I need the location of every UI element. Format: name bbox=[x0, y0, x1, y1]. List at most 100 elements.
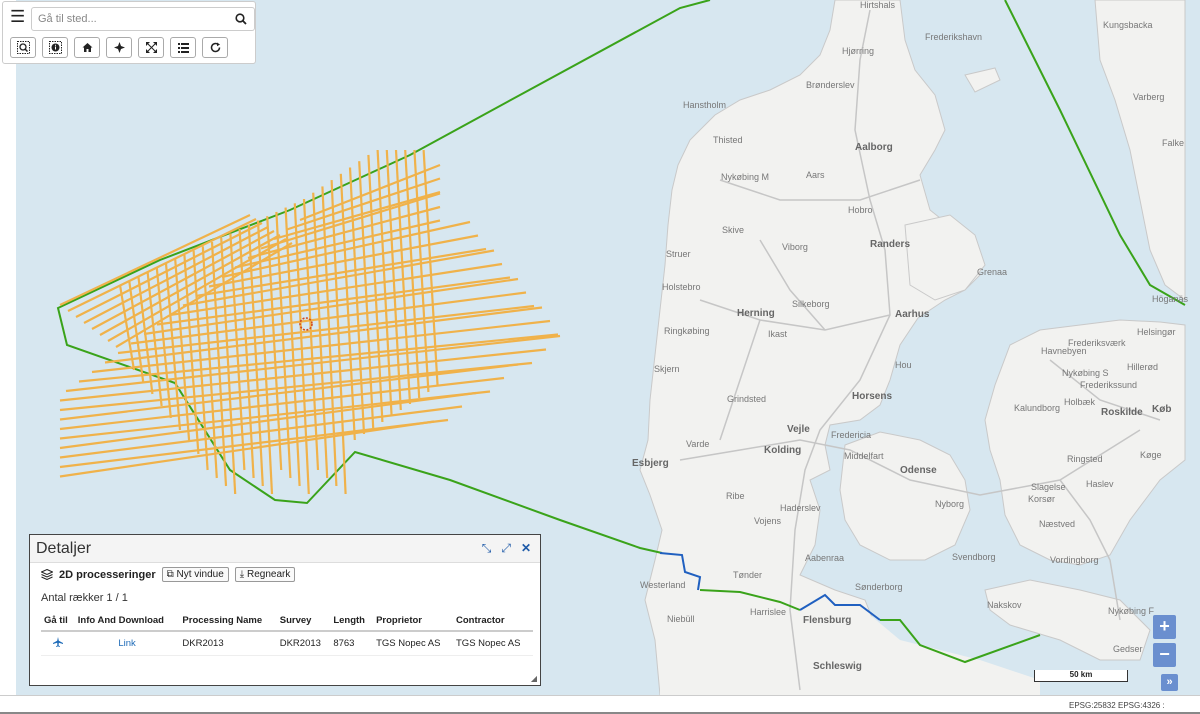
info-button[interactable] bbox=[42, 37, 68, 58]
processing-name-cell: DKR2013 bbox=[179, 631, 277, 656]
home-button[interactable] bbox=[74, 37, 100, 58]
map-label: Aars bbox=[806, 170, 825, 180]
col-length[interactable]: Length bbox=[330, 611, 374, 632]
goto-cell[interactable] bbox=[41, 631, 75, 656]
download-icon: ⤓ bbox=[239, 569, 245, 580]
menu-icon[interactable]: ☰ bbox=[10, 8, 25, 25]
zoom-in-button[interactable]: + bbox=[1153, 615, 1176, 639]
map-label: Korsør bbox=[1028, 494, 1055, 504]
map-label: Grindsted bbox=[727, 394, 766, 404]
map-label: Holstebro bbox=[662, 282, 701, 292]
map-label: Havnebyen bbox=[1041, 346, 1087, 356]
map-label: Odense bbox=[900, 465, 937, 476]
map-label: Fredericia bbox=[831, 430, 871, 440]
map-label: Vejle bbox=[787, 424, 810, 435]
col-contractor[interactable]: Contractor bbox=[453, 611, 533, 632]
row-count: Antal rækker 1 / 1 bbox=[41, 592, 128, 604]
map-label: Ringkøbing bbox=[664, 326, 710, 336]
map-label: Hillerød bbox=[1127, 362, 1158, 372]
map-label: Svendborg bbox=[952, 552, 996, 562]
maximize-icon[interactable]: ⤢ bbox=[501, 541, 511, 556]
layers-icon bbox=[41, 569, 53, 580]
map-label: Nakskov bbox=[987, 600, 1022, 610]
map-label: Nykøbing M bbox=[721, 172, 769, 182]
new-window-button[interactable]: ⧉ Nyt vindue bbox=[161, 567, 229, 582]
map-label: Höganäs bbox=[1152, 294, 1189, 304]
map-label: Vordingborg bbox=[1050, 555, 1099, 565]
refresh-button[interactable] bbox=[202, 37, 228, 58]
scale-bar: 50 km bbox=[1034, 670, 1128, 682]
map-label: Holbæk bbox=[1064, 397, 1096, 407]
map-label: Ringsted bbox=[1067, 454, 1103, 464]
map-label: Horsens bbox=[852, 391, 892, 402]
col-processing-name[interactable]: Processing Name bbox=[179, 611, 277, 632]
map-label: Helsingør bbox=[1137, 327, 1176, 337]
map-label: Gedser bbox=[1113, 644, 1143, 654]
status-bar: EPSG:25832 : EPSG:4326 : bbox=[0, 695, 1200, 714]
expand-icon bbox=[145, 42, 157, 53]
map-label: Hirtshals bbox=[860, 0, 896, 10]
home-icon bbox=[82, 43, 92, 52]
layers-button[interactable] bbox=[170, 37, 196, 58]
map-label: Frederikssund bbox=[1080, 380, 1137, 390]
map-label: Randers bbox=[870, 239, 910, 250]
map-label: Sønderborg bbox=[855, 582, 903, 592]
epsg-4326-readout: EPSG:4326 : bbox=[1118, 701, 1165, 710]
left-margin bbox=[0, 0, 16, 695]
map-label: Westerland bbox=[640, 580, 685, 590]
map-label: Middelfart bbox=[844, 451, 884, 461]
survey-cell: DKR2013 bbox=[276, 631, 331, 656]
map-label: Brønderslev bbox=[806, 80, 855, 90]
map-label: Hjørring bbox=[842, 46, 874, 56]
map-label: Slagelse bbox=[1031, 482, 1066, 492]
map-label: Frederikshavn bbox=[925, 32, 982, 42]
zoom-out-button[interactable]: − bbox=[1153, 643, 1176, 667]
epsg-25832-readout: EPSG:25832 : bbox=[1069, 701, 1121, 710]
search-button[interactable] bbox=[227, 7, 255, 31]
map-label: Nykøbing S bbox=[1062, 368, 1109, 378]
table-row[interactable]: Link DKR2013 DKR2013 8763 TGS Nopec AS T… bbox=[41, 631, 533, 656]
resize-handle-icon[interactable]: ◢ bbox=[531, 674, 537, 683]
external-link-icon: ⧉ bbox=[166, 569, 174, 580]
map-label: Ribe bbox=[726, 491, 745, 501]
col-info-download[interactable]: Info And Download bbox=[74, 611, 180, 632]
map-label: Kungsbacka bbox=[1103, 20, 1153, 30]
info-icon bbox=[48, 41, 62, 54]
map-label: Vojens bbox=[754, 516, 782, 526]
map-label: Viborg bbox=[782, 242, 808, 252]
zoom-extent-button[interactable] bbox=[10, 37, 36, 58]
table-header-row: Gå til Info And Download Processing Name… bbox=[41, 611, 533, 632]
spreadsheet-button[interactable]: ⤓ Regneark bbox=[234, 567, 296, 582]
map-label: Næstved bbox=[1039, 519, 1075, 529]
list-icon bbox=[177, 42, 189, 53]
map-label: Aalborg bbox=[855, 142, 893, 153]
map-label: Aabenraa bbox=[805, 553, 844, 563]
map-label: Hobro bbox=[848, 205, 873, 215]
locate-button[interactable] bbox=[106, 37, 132, 58]
map-label: Harrislee bbox=[750, 607, 786, 617]
map-label: Flensburg bbox=[803, 615, 851, 626]
map-label: Varberg bbox=[1133, 92, 1164, 102]
map-label: Hanstholm bbox=[683, 100, 726, 110]
search-input[interactable] bbox=[31, 7, 228, 31]
expand-panel-button[interactable]: » bbox=[1161, 674, 1178, 691]
col-goto[interactable]: Gå til bbox=[41, 611, 75, 632]
map-label: Varde bbox=[686, 439, 709, 449]
panel-title: Detaljer bbox=[36, 540, 92, 557]
map-label: Skive bbox=[722, 225, 744, 235]
col-proprietor[interactable]: Proprietor bbox=[373, 611, 453, 632]
col-survey[interactable]: Survey bbox=[276, 611, 331, 632]
map-label: Hou bbox=[895, 360, 912, 370]
close-icon[interactable]: ✕ bbox=[521, 541, 531, 556]
map-label: Aarhus bbox=[895, 309, 930, 320]
download-link[interactable]: Link bbox=[118, 638, 135, 649]
fullscreen-button[interactable] bbox=[138, 37, 164, 58]
airplane-icon[interactable] bbox=[52, 637, 63, 647]
contractor-cell: TGS Nopec AS bbox=[453, 631, 533, 656]
refresh-icon bbox=[210, 42, 220, 53]
length-cell: 8763 bbox=[330, 631, 374, 656]
map-label: Kolding bbox=[764, 445, 801, 456]
map-label: Nykøbing F bbox=[1108, 606, 1155, 616]
zoom-box-icon bbox=[16, 41, 30, 54]
collapse-icon[interactable]: ⤡ bbox=[482, 541, 492, 556]
